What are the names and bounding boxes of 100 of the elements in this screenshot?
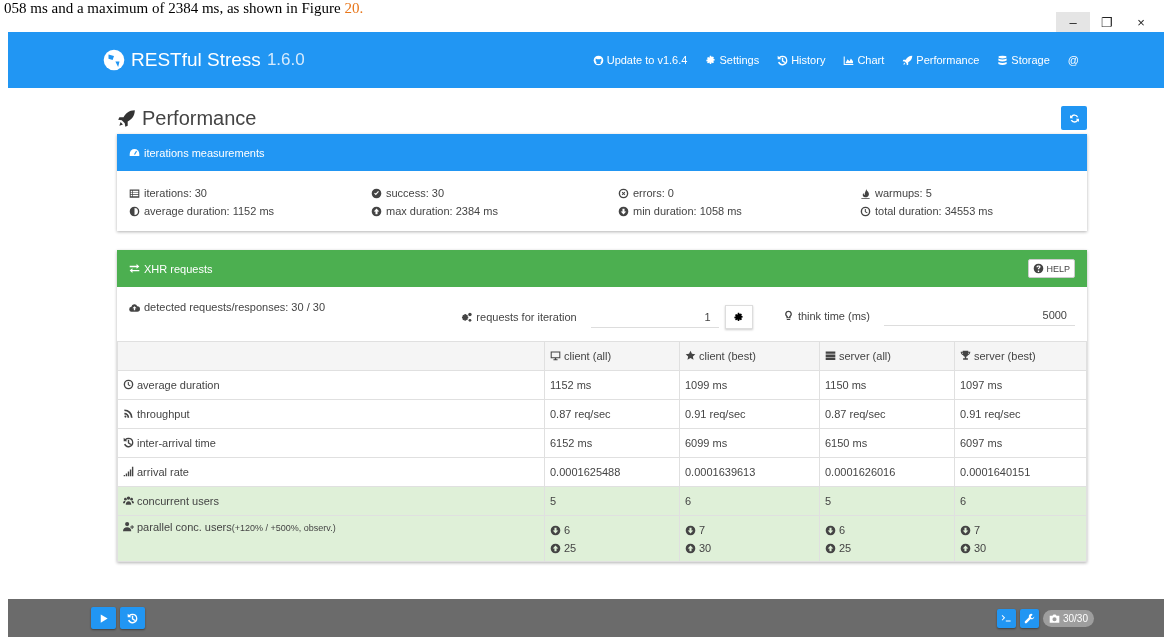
- table-cell: 25: [564, 542, 577, 554]
- close-button[interactable]: ×: [1124, 12, 1158, 32]
- history-icon: [777, 54, 789, 66]
- table-cell: 1152 ms: [550, 379, 592, 391]
- settings-button[interactable]: [724, 305, 753, 329]
- help-button[interactable]: HELP: [1028, 259, 1075, 278]
- app-version: 1.6.0: [266, 50, 305, 70]
- measurement-text: iterations: 30: [144, 187, 207, 199]
- column-header: server (best): [974, 350, 1036, 362]
- camera-icon: [1048, 612, 1060, 624]
- gear-icon: [733, 311, 745, 323]
- wrench-icon: [1023, 612, 1035, 624]
- table-cell: 0.0001625488: [550, 466, 621, 478]
- column-header: server (all): [839, 350, 891, 362]
- database-icon: [997, 54, 1009, 66]
- signal-icon: [123, 466, 134, 477]
- app-title: RESTful Stress: [131, 49, 261, 71]
- monitor-icon: [550, 350, 561, 361]
- gauge-icon: [129, 147, 140, 158]
- nav-link[interactable]: Storage: [997, 54, 1050, 66]
- measurement-text: warmups: 5: [875, 187, 932, 199]
- rss-icon: [123, 408, 134, 419]
- wrench-button[interactable]: [1019, 608, 1039, 628]
- star-icon: [685, 350, 696, 361]
- table-cell: 5: [825, 495, 832, 507]
- row-label: arrival rate: [137, 466, 189, 478]
- panel-title: XHR requests: [144, 262, 213, 275]
- row-label: average duration: [137, 379, 220, 391]
- area-chart-icon: [843, 54, 855, 66]
- reset-button[interactable]: [120, 607, 145, 629]
- terminal-icon: [1000, 612, 1012, 624]
- table-cell: 7: [974, 524, 981, 536]
- nav-link[interactable]: Settings: [705, 54, 760, 66]
- column-header: client (all): [564, 350, 612, 362]
- restore-button[interactable]: ❐: [1090, 12, 1124, 32]
- detected-text: detected requests/responses: 30 / 30: [144, 301, 325, 313]
- measurement-text: average duration: 1152 ms: [144, 205, 275, 217]
- refresh-button[interactable]: [1061, 106, 1087, 130]
- measurement-text: total duration: 34553 ms: [875, 205, 994, 217]
- lightbulb-icon: [782, 310, 794, 321]
- panel-title: iterations measurements: [144, 146, 265, 159]
- nav-link[interactable]: History: [777, 54, 826, 66]
- server-icon: [825, 350, 836, 361]
- minimize-button[interactable]: –: [1056, 12, 1090, 32]
- table-cell: 6097 ms: [960, 437, 1003, 449]
- table-cell: 0.91 req/sec: [960, 408, 1021, 420]
- history-icon: [127, 612, 138, 624]
- table-cell: 0.0001639613: [685, 466, 756, 478]
- table-cell: 6: [960, 495, 967, 507]
- help-icon: [1033, 263, 1045, 274]
- table-cell: 0.87 req/sec: [825, 408, 886, 420]
- table-cell: 30: [699, 542, 712, 554]
- table-cell: 6099 ms: [685, 437, 728, 449]
- settings-icon: [705, 54, 717, 66]
- measurement-text: success: 30: [386, 187, 445, 199]
- row-label: parallel conc. users(+120% / +500%, observ.): [137, 521, 336, 533]
- table-cell: 6152 ms: [550, 437, 593, 449]
- rocket-icon: [902, 54, 914, 66]
- gears-icon: [461, 311, 473, 323]
- table-cell: 7: [699, 524, 706, 536]
- nav-link[interactable]: Chart: [843, 54, 885, 66]
- list-icon: [129, 187, 140, 199]
- history-icon: [123, 437, 134, 448]
- user-plus-icon: [123, 521, 134, 532]
- table-cell: 0.0001626016: [825, 466, 896, 478]
- refresh-icon: [1068, 112, 1080, 124]
- row-label: inter-arrival time: [137, 437, 216, 449]
- table-cell: 30: [974, 542, 987, 554]
- field-label: requests for iteration: [476, 311, 577, 323]
- users-icon: [123, 495, 134, 506]
- figure-link[interactable]: 20.: [344, 0, 364, 16]
- field-label: think time (ms): [797, 309, 870, 322]
- table-cell: 0.91 req/sec: [685, 408, 746, 420]
- table-cell: 25: [839, 542, 852, 554]
- table-cell: 6150 ms: [825, 437, 868, 449]
- table-cell: 5: [550, 495, 557, 507]
- table-cell: 1097 ms: [960, 379, 1003, 391]
- cloud-icon: [129, 301, 140, 313]
- table-cell: 1099 ms: [685, 379, 728, 391]
- exchange-icon: [129, 263, 140, 274]
- count-badge: 30/30: [1042, 609, 1094, 627]
- table-cell: 1150 ms: [825, 379, 867, 391]
- nav-link[interactable]: Update to v1.6.4: [592, 54, 688, 66]
- terminal-button[interactable]: [996, 608, 1016, 628]
- document-text: 058 ms and a maximum of 2384 ms, as shown in Figure 20.: [3, 0, 364, 16]
- nav-link[interactable]: Performance: [902, 54, 980, 66]
- nav-link[interactable]: @: [1067, 54, 1079, 66]
- fire-icon: [860, 187, 871, 199]
- rocket-icon: [117, 108, 136, 128]
- measurement-text: max duration: 2384 ms: [386, 205, 498, 217]
- play-button[interactable]: [91, 607, 116, 629]
- measurement-text: errors: 0: [633, 187, 674, 199]
- play-icon: [98, 612, 109, 624]
- page-title: Performance: [142, 106, 258, 130]
- globe-icon: [103, 49, 125, 71]
- table-cell: 6: [564, 524, 571, 536]
- table-cell: 0.0001640151: [960, 466, 1031, 478]
- table-cell: 0.87 req/sec: [550, 408, 611, 420]
- clock-icon: [123, 379, 134, 390]
- trophy-icon: [960, 350, 971, 361]
